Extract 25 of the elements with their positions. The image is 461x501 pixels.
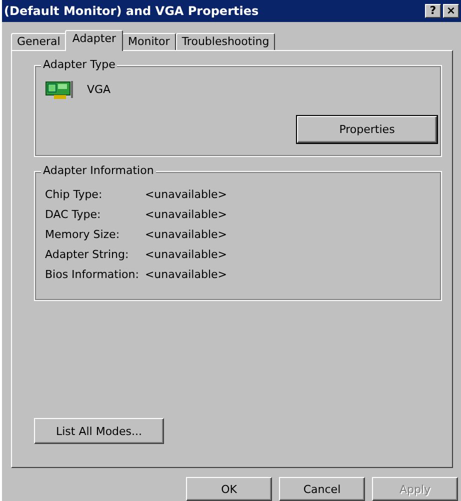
properties-button[interactable]: Properties: [297, 116, 437, 143]
tab[interactable]: Adapter: [65, 30, 123, 51]
tab[interactable]: Troubleshooting: [176, 32, 276, 50]
group-heading: Adapter Type: [41, 58, 118, 71]
close-button[interactable]: ×: [443, 4, 459, 18]
help-button[interactable]: ?: [425, 4, 441, 18]
field-label: Adapter String:: [45, 248, 129, 261]
field-value: <unavailable>: [144, 228, 227, 241]
field-label: Chip Type:: [45, 188, 102, 201]
field-value: <unavailable>: [144, 188, 227, 201]
group-heading: Adapter Information: [41, 164, 156, 177]
window-title: (Default Monitor) and VGA Properties: [4, 4, 259, 18]
graphics-card-icon: [45, 80, 75, 100]
field-label: Memory Size:: [45, 228, 120, 241]
field-label: DAC Type:: [45, 208, 101, 221]
adapter-name: VGA: [87, 83, 111, 96]
list-all-modes-button[interactable]: List All Modes...: [34, 418, 164, 444]
field-label: Bios Information:: [45, 268, 139, 281]
dialog-button[interactable]: Cancel: [279, 477, 365, 501]
dialog-button[interactable]: OK: [186, 477, 272, 501]
field-value: <unavailable>: [144, 208, 227, 221]
field-value: <unavailable>: [144, 248, 227, 261]
tab[interactable]: General: [11, 32, 66, 50]
field-value: <unavailable>: [144, 268, 227, 281]
tab[interactable]: Monitor: [122, 32, 176, 50]
